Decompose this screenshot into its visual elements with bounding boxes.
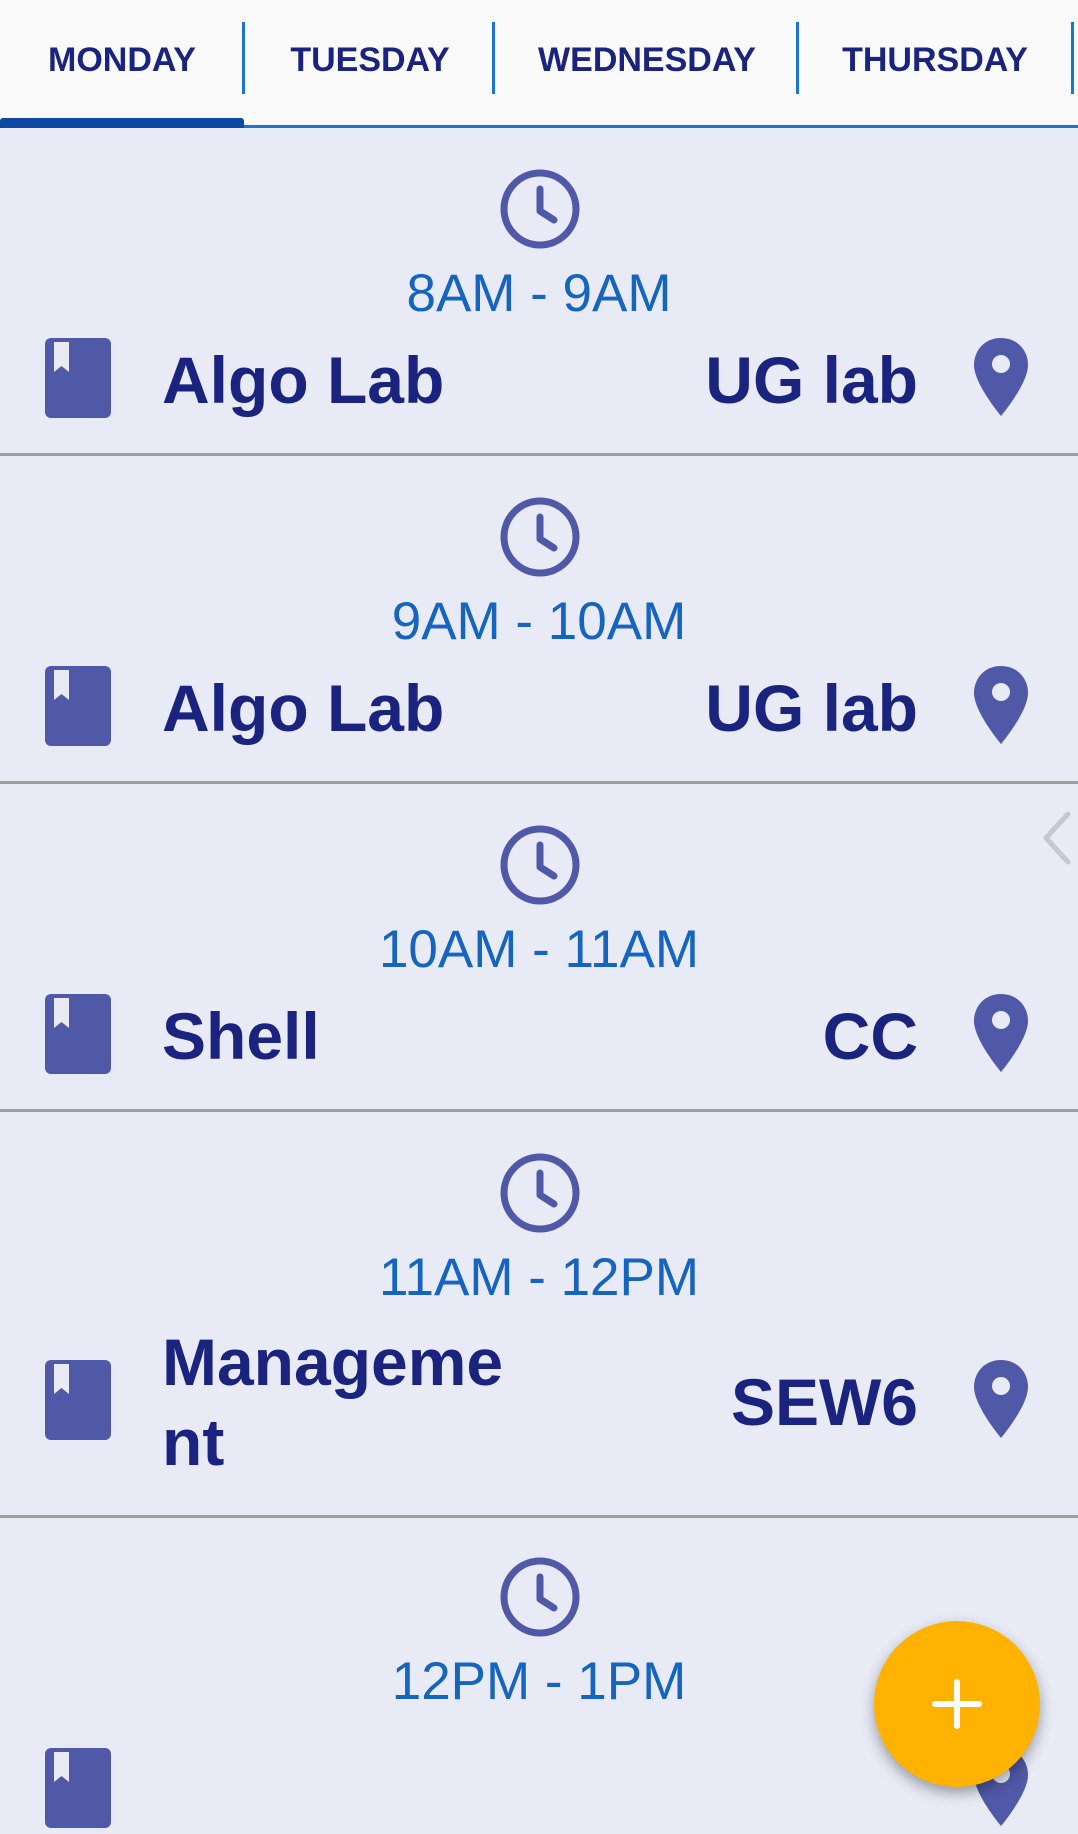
tab-tuesday[interactable]: TUESDAY: [246, 0, 494, 120]
tab-divider: [796, 22, 799, 94]
location-pin-icon: [974, 666, 1028, 744]
bookmark-book-icon: [45, 994, 111, 1074]
list-item[interactable]: 10AM - 11AM Shell CC: [0, 784, 1078, 1112]
add-class-button[interactable]: [874, 1621, 1040, 1787]
room-name: CC: [822, 999, 918, 1073]
tab-monday[interactable]: MONDAY: [0, 0, 244, 120]
time-range: 8AM - 9AM: [406, 264, 672, 323]
location-pin-icon: [974, 1360, 1028, 1438]
bookmark-book-icon: [45, 666, 111, 746]
location-pin-icon: [974, 994, 1028, 1072]
room-name: UG lab: [705, 343, 918, 417]
tab-divider: [1071, 22, 1074, 94]
subject-name: Shell: [162, 999, 320, 1073]
tab-thursday[interactable]: THURSDAY: [800, 0, 1070, 120]
subject-name: Manageme nt: [162, 1325, 504, 1479]
list-item[interactable]: 9AM - 10AM Algo Lab UG lab: [0, 456, 1078, 784]
time-range: 10AM - 11AM: [378, 920, 700, 979]
room-name: SEW6: [730, 1365, 918, 1439]
clock-icon: [500, 169, 580, 249]
clock-icon: [500, 497, 580, 577]
clock-icon: [500, 825, 580, 905]
day-tab-bar: MONDAY TUESDAY WEDNESDAY THURSDAY: [0, 0, 1078, 128]
tab-divider: [492, 22, 495, 94]
bookmark-book-icon: [45, 1748, 111, 1828]
plus-icon: [932, 1679, 982, 1729]
clock-icon: [500, 1557, 580, 1637]
location-pin-icon: [974, 338, 1028, 416]
time-range: 9AM - 10AM: [391, 592, 687, 651]
selected-tab-indicator: [0, 118, 244, 128]
room-name: UG lab: [705, 671, 918, 745]
subject-name: Algo Lab: [162, 671, 445, 745]
chevron-left-icon[interactable]: [1040, 810, 1074, 866]
bookmark-book-icon: [45, 338, 111, 418]
time-range: 11AM - 12PM: [378, 1248, 700, 1307]
subject-name: Algo Lab: [162, 343, 445, 417]
tab-wednesday[interactable]: WEDNESDAY: [496, 0, 798, 120]
list-item[interactable]: 11AM - 12PM Manageme nt SEW6: [0, 1112, 1078, 1518]
bookmark-book-icon: [45, 1360, 111, 1440]
list-item[interactable]: 8AM - 9AM Algo Lab UG lab: [0, 128, 1078, 456]
clock-icon: [500, 1153, 580, 1233]
tab-divider: [242, 22, 245, 94]
